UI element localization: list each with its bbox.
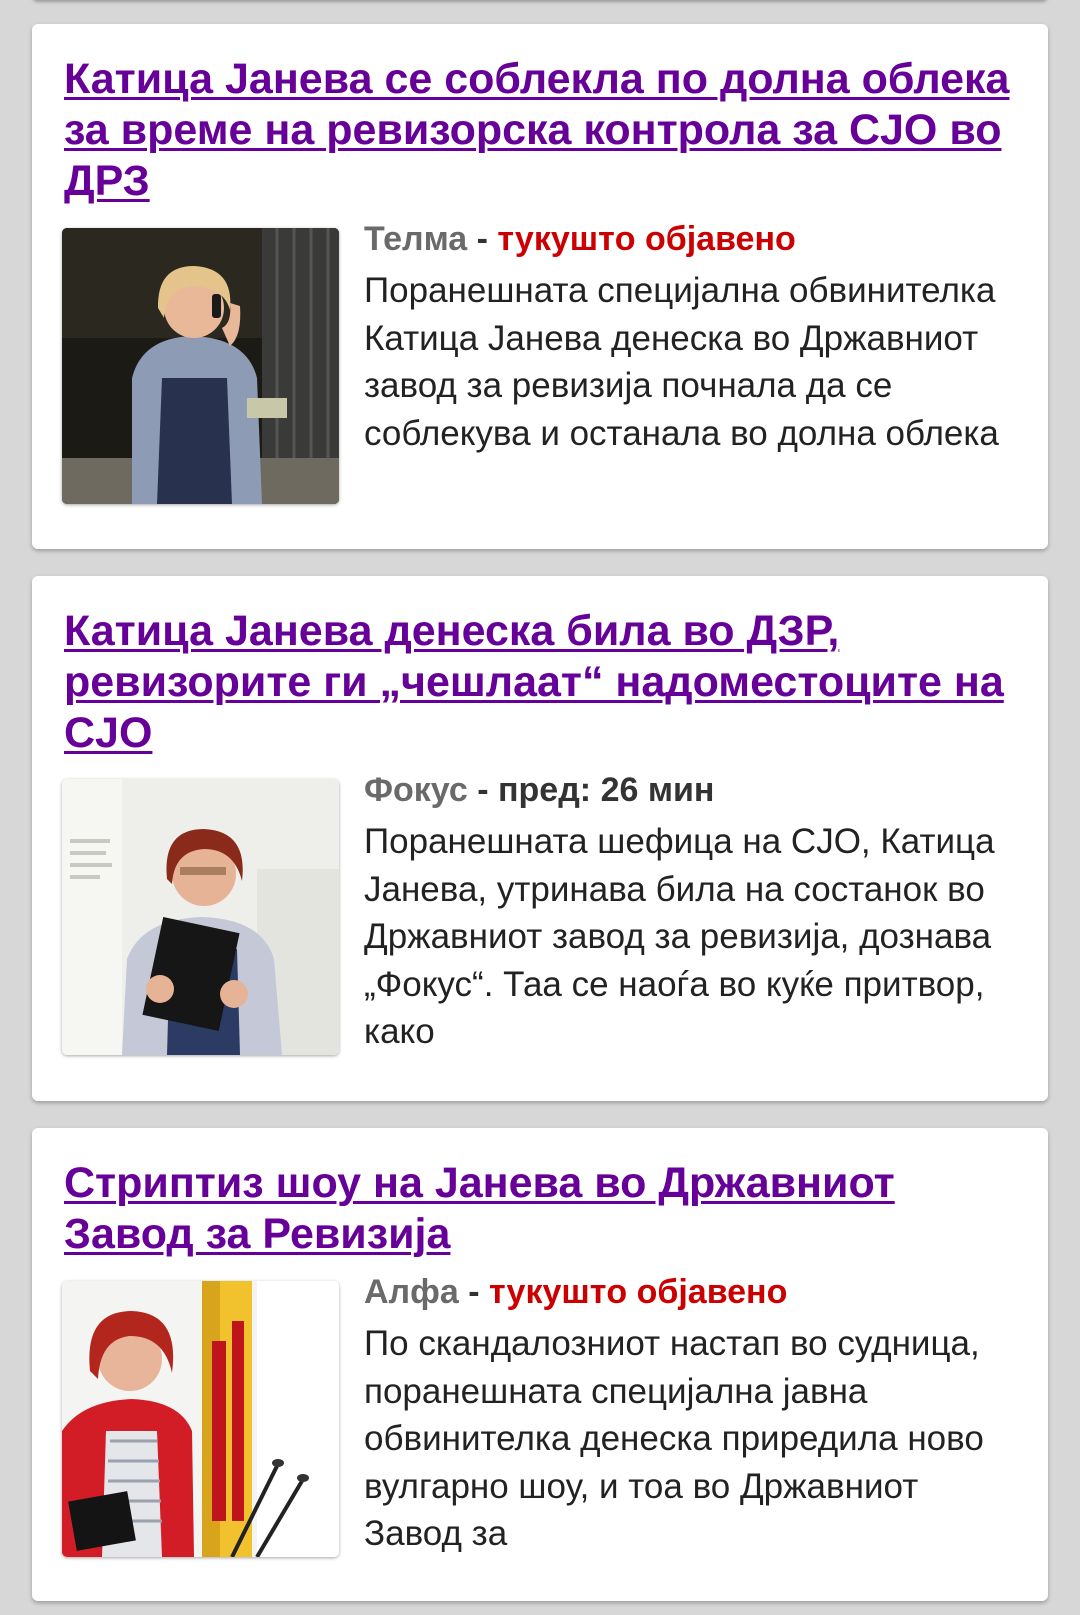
news-card: Катица Јанева денеска била во ДЗР, ревиз…	[32, 576, 1048, 1101]
source-label[interactable]: Фокус	[364, 771, 468, 809]
publish-time: пред: 26 мин	[498, 771, 715, 809]
source-label[interactable]: Алфа	[364, 1273, 459, 1311]
news-card: Катица Јанева се соблекла по долна облек…	[32, 24, 1048, 549]
publish-time: тукуштo објавено	[497, 220, 796, 258]
meta-separator: -	[467, 220, 498, 258]
meta-separator: -	[458, 1273, 490, 1311]
article-thumbnail[interactable]	[62, 228, 339, 504]
article-meta: Фокус - пред: 26 мин	[364, 770, 714, 810]
article-snippet: Поранешната шефица на СЈО, Катица Јанева…	[364, 822, 995, 1051]
news-card: Стриптиз шоу на Јанева во Државниот Заво…	[32, 1128, 1048, 1601]
article-thumbnail[interactable]	[62, 779, 339, 1055]
publish-time: тукуштo објавено	[489, 1273, 788, 1311]
source-label[interactable]: Телма	[364, 220, 467, 258]
article-title-link[interactable]: Стриптиз шоу на Јанева во Државниот Заво…	[64, 1158, 1034, 1260]
article-meta: Телма - тукуштo објавено	[364, 219, 796, 259]
meta-separator: -	[467, 771, 498, 809]
woman-with-flag-photo	[62, 1281, 339, 1557]
article-title-link[interactable]: Катица Јанева денеска била во ДЗР, ревиз…	[64, 606, 1034, 759]
article-meta: Алфа - тукуштo објавено	[364, 1272, 787, 1312]
article-thumbnail[interactable]	[62, 1281, 339, 1557]
woman-on-phone-photo	[62, 228, 339, 504]
article-snippet: Поранешната специјална обвинителка Катиц…	[364, 271, 999, 453]
article-snippet: По скандалозниот настап во судница, пора…	[364, 1324, 984, 1553]
article-title-link[interactable]: Катица Јанева се соблекла по долна облек…	[64, 54, 1034, 207]
woman-with-folder-photo	[62, 779, 339, 1055]
